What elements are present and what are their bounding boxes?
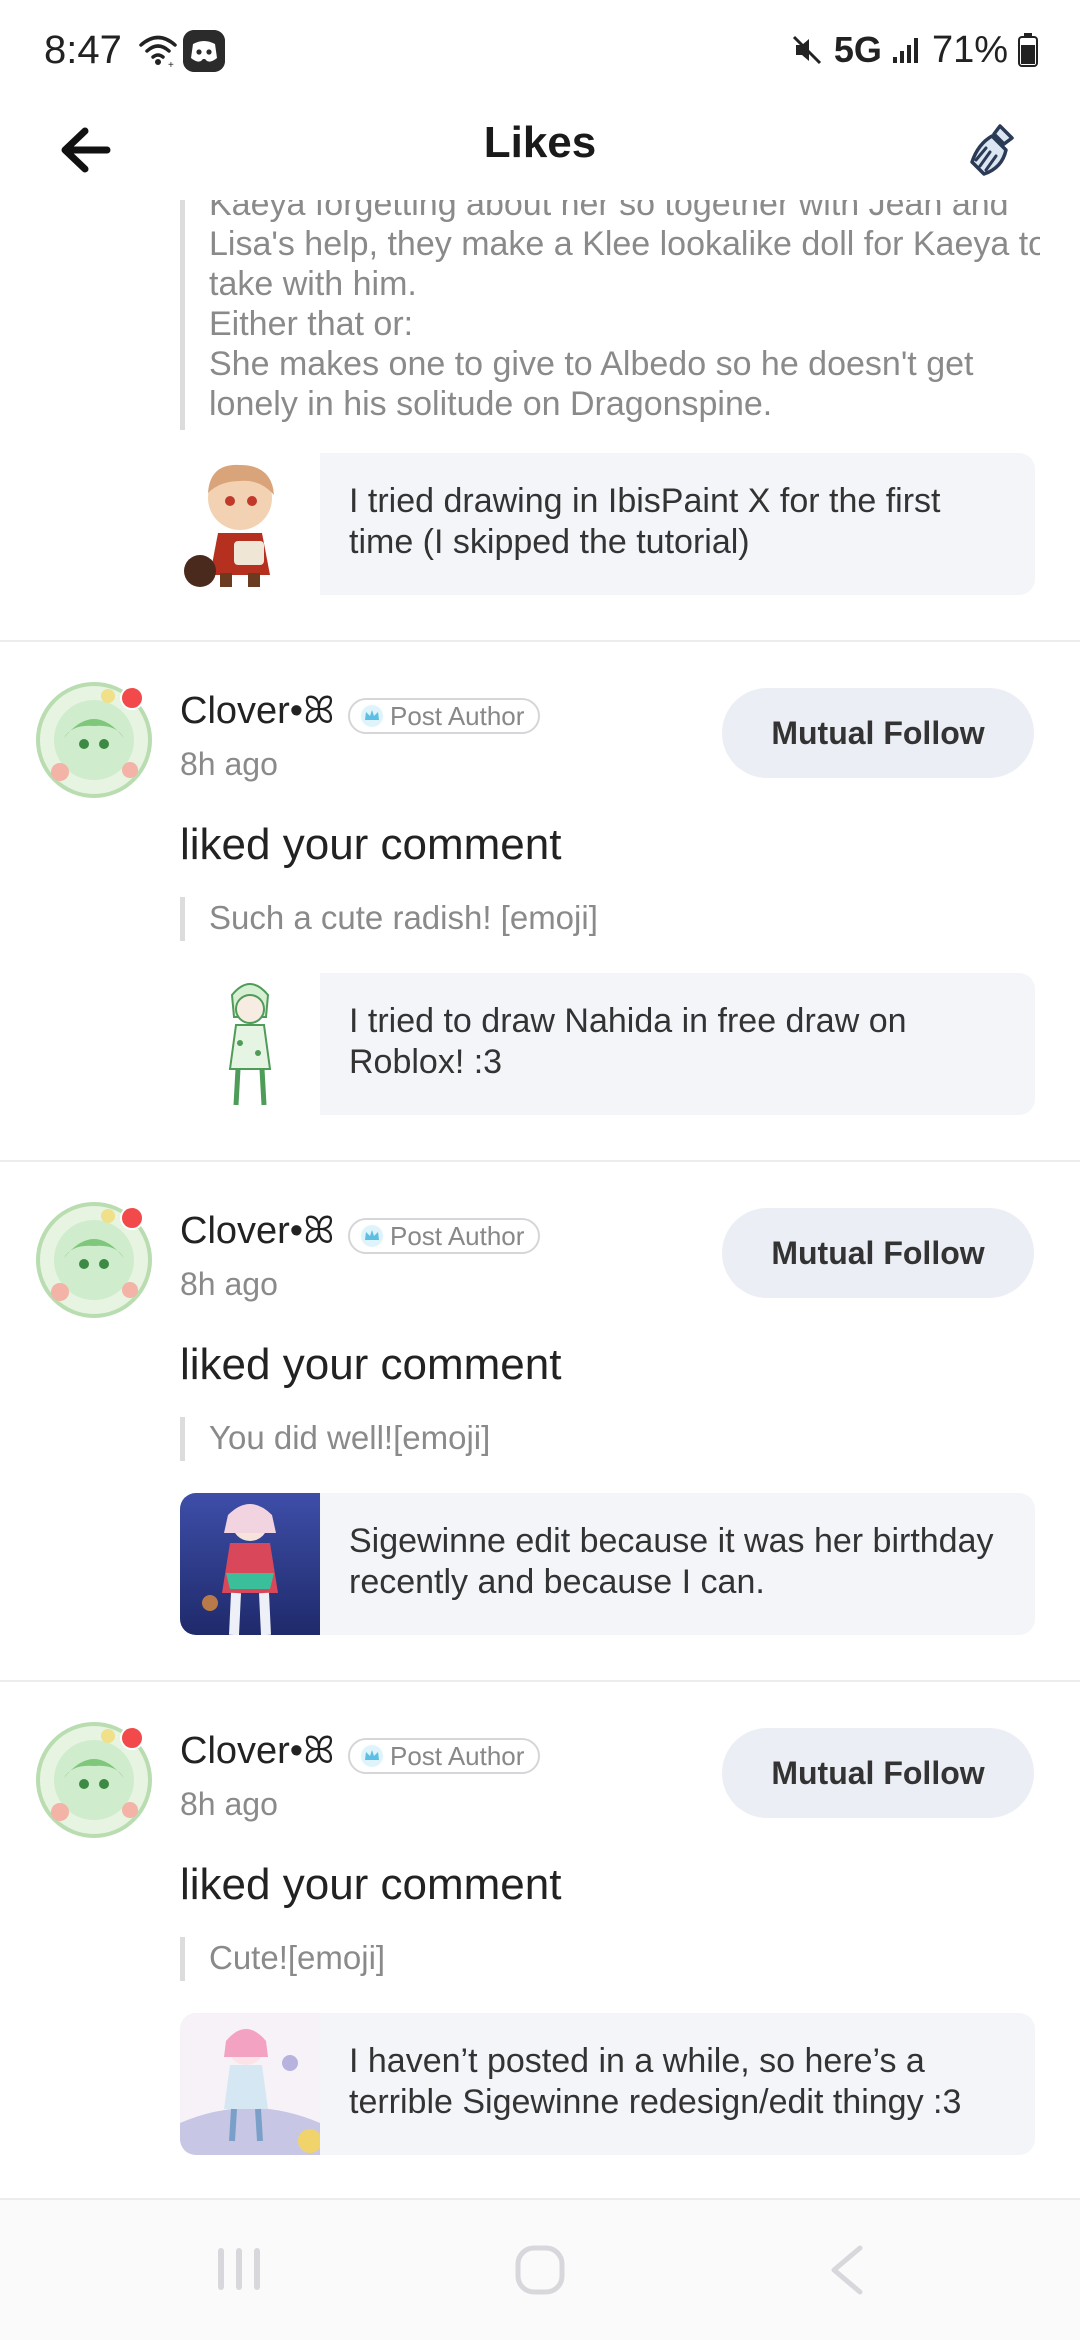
unread-dot xyxy=(120,686,144,710)
unread-dot xyxy=(120,1726,144,1750)
crown-icon xyxy=(361,1225,383,1247)
clear-notifications-button[interactable] xyxy=(958,112,1034,188)
system-nav-bar xyxy=(0,2200,1080,2340)
crown-icon xyxy=(361,705,383,727)
timestamp: 8h ago xyxy=(180,746,278,782)
user-name[interactable]: Clover•ꕤ xyxy=(180,1210,335,1253)
comment-text: Cute![emoji] xyxy=(209,1939,386,1976)
post-title: I tried drawing in IbisPaint X for the f… xyxy=(349,482,941,561)
battery-icon xyxy=(1018,33,1038,67)
post-title: Sigewinne edit because it was her birthd… xyxy=(349,1522,994,1601)
badge-label: Post Author xyxy=(390,1740,525,1771)
quote-line: lonely in his solitude on Dragonspine. xyxy=(209,385,773,423)
svg-text:+: + xyxy=(168,60,174,70)
back-icon[interactable] xyxy=(826,2244,866,2296)
home-icon[interactable] xyxy=(514,2244,566,2296)
post-thumbnail xyxy=(180,2013,320,2155)
user-name[interactable]: Clover•ꕤ xyxy=(180,1730,335,1773)
quote-line: Kaeya forgetting about her so together w… xyxy=(209,200,1009,223)
notification-item[interactable]: Clover•ꕤ Post Author 8h ago Mutual Follo… xyxy=(0,642,1080,1162)
page-title: Likes xyxy=(483,118,597,167)
post-title: I haven’t posted in a while, so here’s a… xyxy=(349,2042,962,2121)
cleaning-brush-icon xyxy=(970,124,1014,176)
crown-icon xyxy=(361,1745,383,1767)
badge-label: Post Author xyxy=(390,1220,525,1251)
network-type: 5G xyxy=(833,29,882,70)
timestamp: 8h ago xyxy=(180,1786,278,1822)
post-author-badge: Post Author xyxy=(348,698,541,734)
mute-icon xyxy=(792,35,821,65)
action-text: liked your comment xyxy=(180,1860,562,1909)
post-preview-card[interactable]: Sigewinne edit because it was her birthd… xyxy=(180,1493,1035,1635)
comment-text: You did well![emoji] xyxy=(209,1419,491,1456)
quote-line: take with him. xyxy=(209,265,417,303)
mutual-follow-button[interactable]: Mutual Follow xyxy=(722,688,1034,778)
post-preview-card[interactable]: I tried to draw Nahida in free draw on R… xyxy=(180,973,1035,1115)
notification-item[interactable]: Clover•ꕤ Post Author 8h ago Mutual Follo… xyxy=(0,1162,1080,1682)
app-header: Likes xyxy=(0,100,1080,200)
action-text: liked your comment xyxy=(180,820,562,869)
signal-icon xyxy=(892,38,918,63)
comment-quote: Kaeya forgetting about her so together w… xyxy=(180,200,1040,430)
quote-line: She makes one to give to Albedo so he do… xyxy=(209,345,974,383)
post-author-badge: Post Author xyxy=(348,1738,541,1774)
post-preview-card[interactable]: I haven’t posted in a while, so here’s a… xyxy=(180,2013,1035,2155)
discord-icon xyxy=(183,30,225,72)
notification-item[interactable]: Clover•ꕤ Post Author 8h ago Mutual Follo… xyxy=(0,1682,1080,2202)
unread-dot xyxy=(120,1206,144,1230)
mutual-follow-button[interactable]: Mutual Follow xyxy=(722,1208,1034,1298)
status-time: 8:47 xyxy=(44,28,122,72)
comment-text: Such a cute radish! [emoji] xyxy=(209,899,598,936)
quote-line: Either that or: xyxy=(209,305,414,343)
post-preview-card[interactable]: I tried drawing in IbisPaint X for the f… xyxy=(180,453,1035,595)
recent-apps-icon[interactable] xyxy=(214,2244,264,2294)
user-name[interactable]: Clover•ꕤ xyxy=(180,690,335,733)
post-thumbnail xyxy=(180,453,320,595)
post-title: I tried to draw Nahida in free draw on R… xyxy=(349,1002,907,1081)
post-thumbnail xyxy=(180,973,320,1115)
quote-line: Lisa's help, they make a Klee lookalike … xyxy=(209,225,1040,263)
post-thumbnail xyxy=(180,1493,320,1635)
battery-percent: 71% xyxy=(931,28,1008,71)
post-author-badge: Post Author xyxy=(348,1218,541,1254)
timestamp: 8h ago xyxy=(180,1266,278,1302)
action-text: liked your comment xyxy=(180,1340,562,1389)
wifi-icon: + xyxy=(139,35,177,70)
badge-label: Post Author xyxy=(390,700,525,731)
status-bar: 8:47 + 5G 71% xyxy=(0,0,1080,100)
mutual-follow-button[interactable]: Mutual Follow xyxy=(722,1728,1034,1818)
